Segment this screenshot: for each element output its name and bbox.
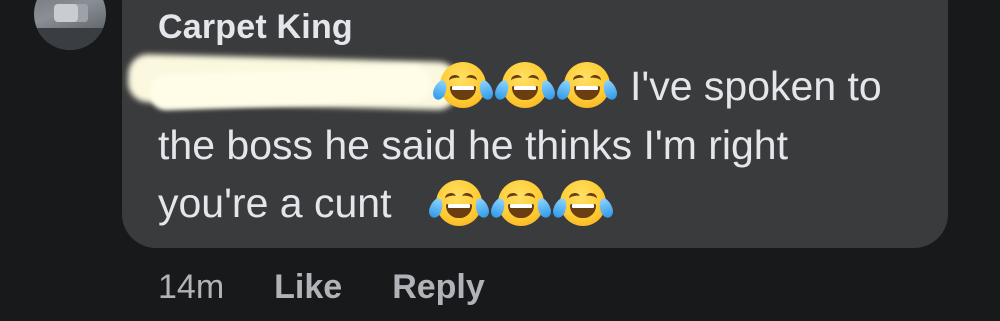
van-icon <box>54 4 88 22</box>
comment-author[interactable]: Carpet King <box>158 8 353 47</box>
avatar-ground <box>34 28 106 50</box>
reply-button[interactable]: Reply <box>392 268 485 307</box>
comment-actions: 14m Like Reply <box>158 265 485 309</box>
face-with-tears-of-joy-icon <box>488 180 554 226</box>
avatar[interactable] <box>34 0 106 50</box>
like-button[interactable]: Like <box>274 268 342 307</box>
comment-text-line-3: you're a cunt <box>158 180 392 226</box>
comment-text-line-1: I've spoken to <box>630 63 882 109</box>
face-with-tears-of-joy-icon <box>492 62 558 108</box>
comment-timestamp[interactable]: 14m <box>158 268 224 307</box>
face-with-tears-of-joy-icon <box>554 62 620 108</box>
face-with-tears-of-joy-icon <box>426 180 492 226</box>
face-with-tears-of-joy-icon <box>430 62 496 108</box>
comment-thread: Carpet King I've spoken to the boss he s… <box>0 0 1000 321</box>
face-with-tears-of-joy-icon <box>550 180 616 226</box>
comment-text-line-2: the boss he said he thinks I'm right <box>158 122 788 168</box>
